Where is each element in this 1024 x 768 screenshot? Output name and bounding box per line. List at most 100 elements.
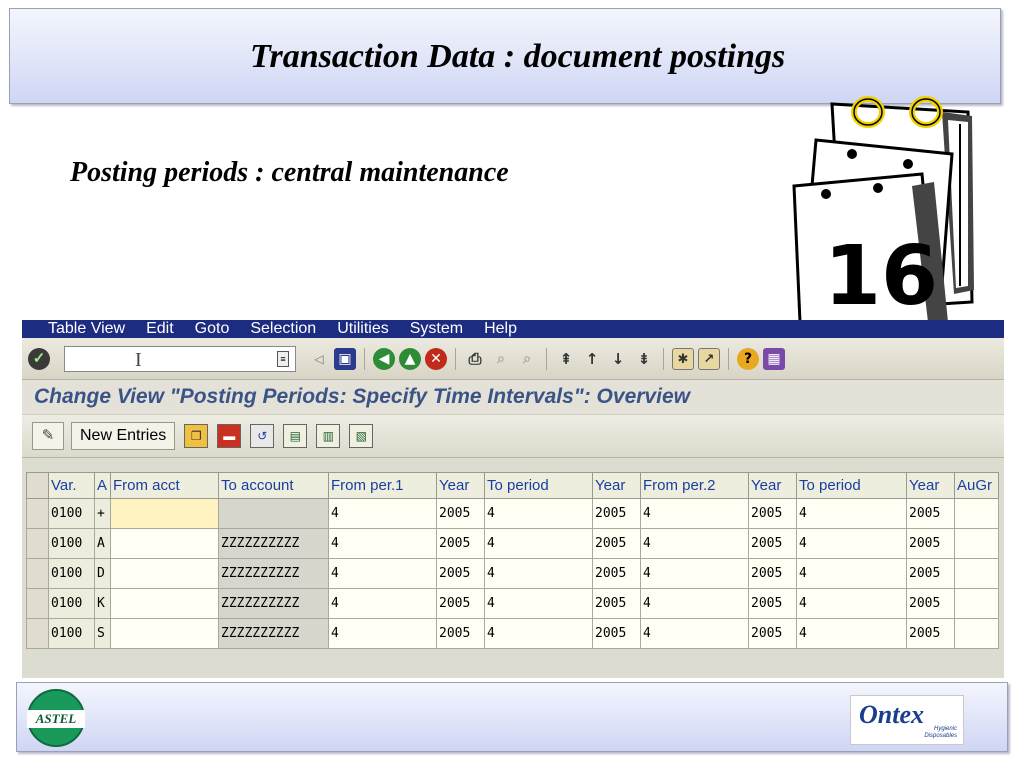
back-nav-icon[interactable]: ◀ (373, 347, 395, 370)
first-page-icon[interactable]: ⇞ (555, 348, 577, 370)
cell-to-period[interactable]: 4 (796, 558, 907, 589)
menu-goto[interactable]: Goto (195, 321, 230, 337)
column-header[interactable]: To account (218, 472, 329, 499)
menu-system[interactable]: System (410, 321, 463, 337)
cell-from-period-2[interactable]: 4 (640, 588, 749, 619)
cell-auth-group[interactable] (954, 528, 999, 559)
cell-to-period[interactable]: 4 (796, 618, 907, 649)
cell-from-period-2[interactable]: 4 (640, 498, 749, 529)
last-page-icon[interactable]: ⇟ (633, 348, 655, 370)
column-header[interactable]: From per.1 (328, 472, 437, 499)
cell-to-period[interactable]: 4 (484, 618, 593, 649)
row-selector[interactable] (26, 528, 49, 559)
cell-to-period[interactable]: 4 (796, 588, 907, 619)
cancel-nav-icon[interactable]: ✕ (425, 347, 447, 370)
cell-year[interactable]: 2005 (436, 498, 485, 529)
cell-from-account[interactable] (110, 588, 219, 619)
create-session-icon[interactable]: ✱ (672, 347, 694, 370)
cell-auth-group[interactable] (954, 618, 999, 649)
cell-year[interactable]: 2005 (592, 558, 641, 589)
display-change-icon[interactable]: ✎ (32, 422, 64, 450)
cell-year[interactable]: 2005 (592, 498, 641, 529)
cell-from-period-2[interactable]: 4 (640, 528, 749, 559)
cell-from-period-2[interactable]: 4 (640, 618, 749, 649)
cell-to-account[interactable]: ZZZZZZZZZZ (218, 558, 329, 589)
cell-to-account[interactable]: ZZZZZZZZZZ (218, 588, 329, 619)
cell-from-period-1[interactable]: 4 (328, 558, 437, 589)
previous-page-icon[interactable]: ↑ (581, 348, 603, 370)
new-entries-button[interactable]: New Entries (71, 422, 176, 450)
column-header[interactable]: Year (748, 472, 797, 499)
cell-auth-group[interactable] (954, 498, 999, 529)
help-icon[interactable]: ? (737, 347, 759, 370)
cell-from-period-1[interactable]: 4 (328, 618, 437, 649)
row-selector[interactable] (26, 588, 49, 619)
cell-to-account[interactable]: ZZZZZZZZZZ (218, 618, 329, 649)
column-header[interactable]: From per.2 (640, 472, 749, 499)
cell-year[interactable]: 2005 (748, 558, 797, 589)
select-all-column[interactable] (26, 472, 49, 499)
print-icon[interactable]: ⎙ (464, 348, 486, 370)
select-block-icon[interactable]: ▥ (316, 424, 341, 448)
cell-year[interactable]: 2005 (436, 528, 485, 559)
column-header[interactable]: Var. (48, 472, 95, 499)
cell-from-account[interactable] (110, 528, 219, 559)
cell-to-period[interactable]: 4 (796, 498, 907, 529)
menu-table-view[interactable]: Table View (48, 321, 125, 337)
undo-icon[interactable]: ↺ (250, 424, 275, 448)
layout-icon[interactable]: ▦ (763, 347, 785, 370)
cell-from-period-2[interactable]: 4 (640, 558, 749, 589)
column-header[interactable]: To period (484, 472, 593, 499)
cell-auth-group[interactable] (954, 588, 999, 619)
cell-from-account[interactable] (110, 498, 219, 529)
cell-year[interactable]: 2005 (906, 618, 955, 649)
cell-from-account[interactable] (110, 558, 219, 589)
cell-year[interactable]: 2005 (436, 618, 485, 649)
cell-year[interactable]: 2005 (436, 588, 485, 619)
command-history-icon[interactable]: ≡ (277, 350, 289, 367)
cell-year[interactable]: 2005 (906, 498, 955, 529)
cell-year[interactable]: 2005 (748, 498, 797, 529)
cell-from-period-1[interactable]: 4 (328, 498, 437, 529)
row-selector[interactable] (26, 558, 49, 589)
exit-nav-icon[interactable]: ▲ (399, 347, 421, 370)
cell-year[interactable]: 2005 (906, 528, 955, 559)
menu-help[interactable]: Help (484, 321, 517, 337)
back-arrow-icon[interactable]: ◁ (308, 348, 330, 370)
find-icon[interactable]: ⌕ (490, 348, 512, 370)
cell-year[interactable]: 2005 (748, 588, 797, 619)
deselect-all-icon[interactable]: ▧ (349, 424, 374, 448)
menu-utilities[interactable]: Utilities (337, 321, 389, 337)
cell-year[interactable]: 2005 (436, 558, 485, 589)
cell-to-account[interactable] (218, 498, 329, 529)
cell-auth-group[interactable] (954, 558, 999, 589)
menu-edit[interactable]: Edit (146, 321, 174, 337)
cell-from-account[interactable] (110, 618, 219, 649)
next-page-icon[interactable]: ↓ (607, 348, 629, 370)
select-all-icon[interactable]: ▤ (283, 424, 308, 448)
cell-to-period[interactable]: 4 (484, 498, 593, 529)
row-selector[interactable] (26, 618, 49, 649)
delete-icon[interactable]: ▬ (217, 424, 242, 448)
cell-from-period-1[interactable]: 4 (328, 588, 437, 619)
cell-year[interactable]: 2005 (592, 588, 641, 619)
column-header[interactable]: From acct (110, 472, 219, 499)
cell-to-period[interactable]: 4 (484, 588, 593, 619)
cell-year[interactable]: 2005 (592, 528, 641, 559)
cell-year[interactable]: 2005 (592, 618, 641, 649)
column-header[interactable]: AuGr (954, 472, 999, 499)
command-field[interactable]: I ≡ (64, 345, 296, 372)
cell-to-period[interactable]: 4 (484, 528, 593, 559)
cell-from-period-1[interactable]: 4 (328, 528, 437, 559)
cell-year[interactable]: 2005 (748, 618, 797, 649)
save-icon[interactable]: ▣ (334, 347, 356, 370)
cell-to-period[interactable]: 4 (484, 558, 593, 589)
cell-to-account[interactable]: ZZZZZZZZZZ (218, 528, 329, 559)
menu-selection[interactable]: Selection (250, 321, 316, 337)
column-header[interactable]: Year (906, 472, 955, 499)
column-header[interactable]: To period (796, 472, 907, 499)
shortcut-icon[interactable]: ↗ (698, 347, 720, 370)
cell-year[interactable]: 2005 (748, 528, 797, 559)
column-header[interactable]: Year (436, 472, 485, 499)
enter-check-icon[interactable]: ✓ (28, 347, 50, 370)
